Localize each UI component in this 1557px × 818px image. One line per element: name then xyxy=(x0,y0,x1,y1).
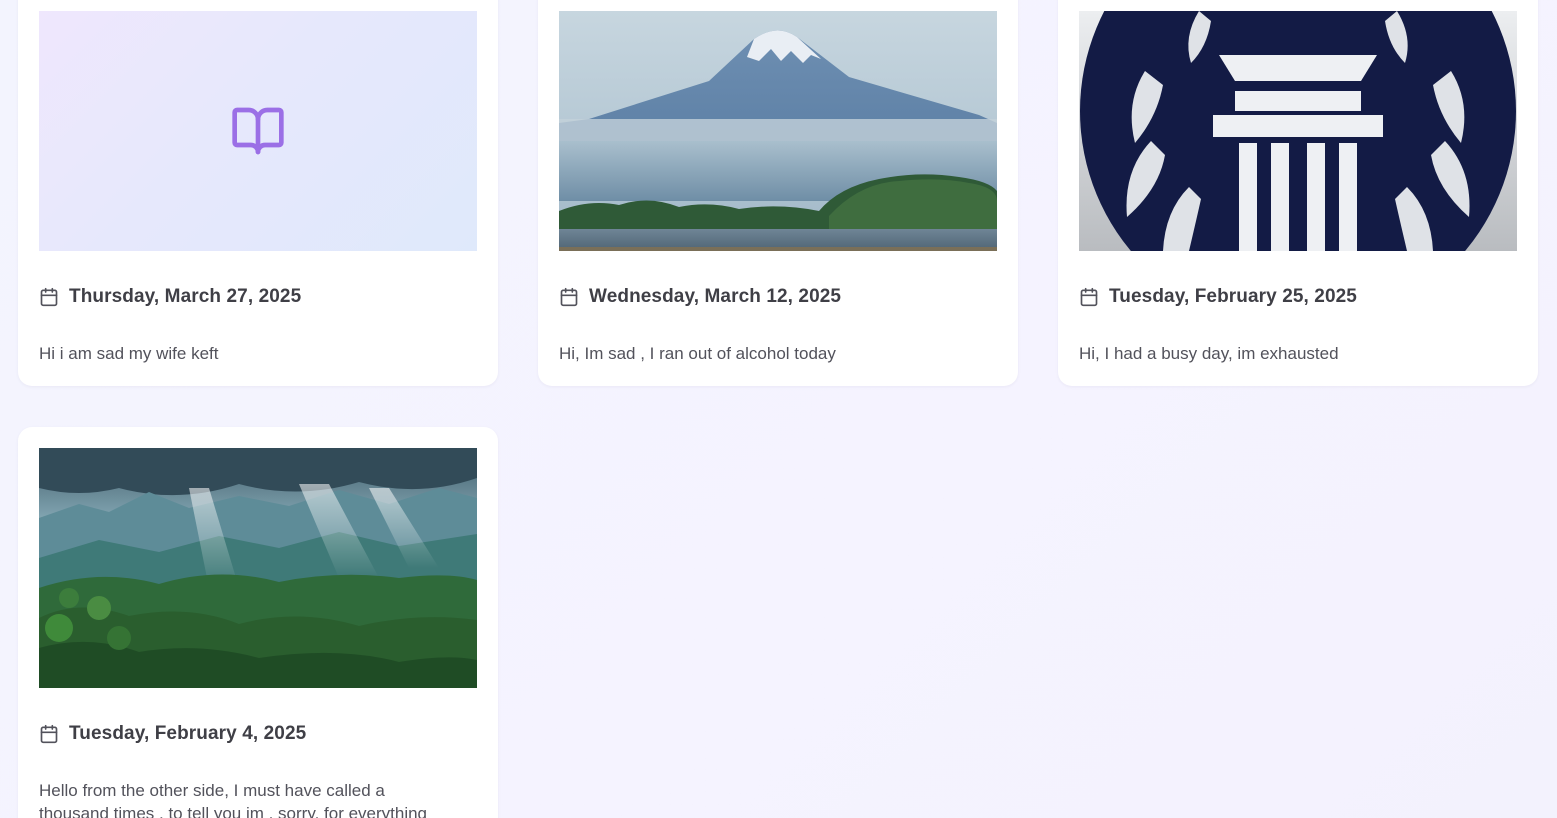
entry-date-row: Tuesday, February 4, 2025 xyxy=(39,721,306,747)
entry-excerpt: Hi, Im sad , I ran out of alcohol today xyxy=(559,344,836,363)
entry-image xyxy=(39,448,477,688)
entry-date: Thursday, March 27, 2025 xyxy=(69,286,302,307)
journal-entry-card[interactable]: Tuesday, February 25, 2025 Hi, I had a b… xyxy=(1058,0,1538,386)
entry-date-row: Tuesday, February 25, 2025 xyxy=(1079,284,1357,310)
entry-date: Wednesday, March 12, 2025 xyxy=(589,286,842,307)
journal-entry-card[interactable]: Wednesday, March 12, 2025 Hi, Im sad , I… xyxy=(538,0,1018,386)
calendar-icon xyxy=(40,724,58,744)
book-open-icon xyxy=(232,107,284,155)
entry-excerpt: Hi i am sad my wife keft xyxy=(39,344,219,363)
journal-entry-card[interactable]: Tuesday, February 4, 2025 Hello from the… xyxy=(18,427,498,818)
mountain-lake-image xyxy=(559,11,997,251)
entry-date: Tuesday, February 25, 2025 xyxy=(1109,286,1357,307)
entry-image xyxy=(559,11,997,251)
entry-image xyxy=(1079,11,1517,251)
entry-date: Tuesday, February 4, 2025 xyxy=(69,723,307,744)
entry-image-placeholder xyxy=(39,11,477,251)
journal-entry-card[interactable]: Thursday, March 27, 2025 Hi i am sad my … xyxy=(18,0,498,386)
calendar-icon xyxy=(40,287,58,307)
entry-excerpt: Hi, I had a busy day, im exhausted xyxy=(1079,344,1339,363)
temple-emblem-image xyxy=(1079,11,1517,251)
forest-valley-image xyxy=(39,448,477,688)
calendar-icon xyxy=(1080,287,1098,307)
entry-date-row: Thursday, March 27, 2025 xyxy=(39,284,301,310)
calendar-icon xyxy=(560,287,578,307)
journal-entries-grid: Thursday, March 27, 2025 Hi i am sad my … xyxy=(0,0,1557,818)
entry-date-row: Wednesday, March 12, 2025 xyxy=(559,284,841,310)
entry-excerpt: Hello from the other side, I must have c… xyxy=(39,781,428,818)
